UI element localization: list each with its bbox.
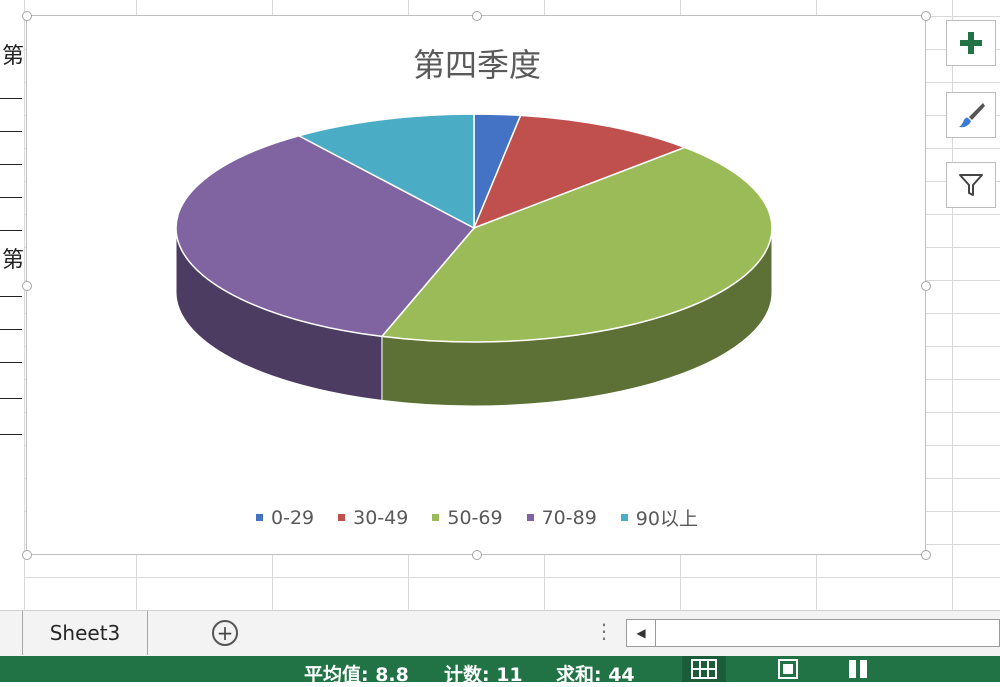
sheet-tab-sheet3[interactable]: Sheet3: [22, 611, 148, 655]
page-layout-icon: [778, 659, 798, 679]
chart-legend[interactable]: 0-29 30-49 50-69 70-89 90以上: [27, 504, 927, 531]
add-sheet-button[interactable]: +: [212, 620, 238, 646]
page-break-icon: [849, 660, 867, 678]
pie-chart[interactable]: [27, 16, 927, 496]
legend-label: 90以上: [635, 508, 698, 530]
status-sum: 求和: 44: [556, 664, 635, 686]
more-options-icon[interactable]: ⋮: [594, 619, 614, 643]
resize-handle-bottom-right[interactable]: [921, 550, 931, 560]
chart-area[interactable]: 第四季度 0-29 30-49 50-69 70-89 90以上: [22, 11, 931, 560]
legend-label: 70-89: [541, 506, 597, 529]
left-label-1: 第: [2, 44, 24, 69]
cell-border: [0, 197, 22, 198]
grid-view-icon: [691, 659, 717, 679]
cell-border: [0, 398, 22, 399]
filter-icon: [959, 174, 983, 196]
resize-handle-bottom-left[interactable]: [22, 550, 32, 560]
cell-border: [0, 98, 22, 99]
plus-icon: +: [216, 621, 234, 645]
legend-swatch: [432, 514, 440, 521]
resize-handle-bottom[interactable]: [472, 550, 482, 560]
horizontal-scrollbar[interactable]: ◀: [626, 619, 1000, 647]
scroll-left-button[interactable]: ◀: [627, 620, 656, 646]
legend-item-70-89[interactable]: 70-89: [526, 504, 597, 531]
cell-border: [0, 230, 22, 231]
chart-elements-button[interactable]: [946, 20, 996, 66]
left-column[interactable]: 第 第: [0, 0, 25, 610]
status-count: 计数: 11: [444, 664, 523, 686]
page-layout-view-button[interactable]: [766, 656, 810, 682]
normal-view-button[interactable]: [682, 656, 726, 682]
arrow-left-icon: ◀: [636, 626, 646, 640]
status-bar: 平均值: 8.8 计数: 11 求和: 44: [0, 656, 1000, 686]
legend-item-50-69[interactable]: 50-69: [432, 504, 503, 531]
legend-swatch: [526, 514, 534, 521]
legend-item-30-49[interactable]: 30-49: [338, 504, 408, 531]
cell-border: [0, 434, 22, 435]
status-average: 平均值: 8.8: [304, 664, 409, 686]
cell-border: [0, 131, 22, 132]
legend-swatch: [256, 514, 264, 521]
sheet-tab-bar: Sheet3 + ⋮ ◀: [0, 610, 1000, 656]
legend-swatch: [620, 514, 628, 521]
cell-border: [0, 296, 22, 297]
cell-border: [0, 329, 22, 330]
legend-item-90-plus[interactable]: 90以上: [620, 504, 698, 531]
legend-label: 0-29: [271, 506, 315, 529]
legend-item-0-29[interactable]: 0-29: [256, 504, 314, 531]
chart-filters-button[interactable]: [946, 162, 996, 208]
chart-styles-button[interactable]: [946, 92, 996, 138]
legend-label: 30-49: [353, 506, 409, 529]
page-break-view-button[interactable]: [836, 656, 880, 682]
cell-border: [0, 362, 22, 363]
brush-icon: [959, 103, 985, 128]
legend-label: 50-69: [447, 506, 503, 529]
cell-border: [0, 164, 22, 165]
left-label-2: 第: [2, 248, 24, 273]
plus-icon: [960, 32, 982, 54]
legend-swatch: [338, 514, 346, 521]
